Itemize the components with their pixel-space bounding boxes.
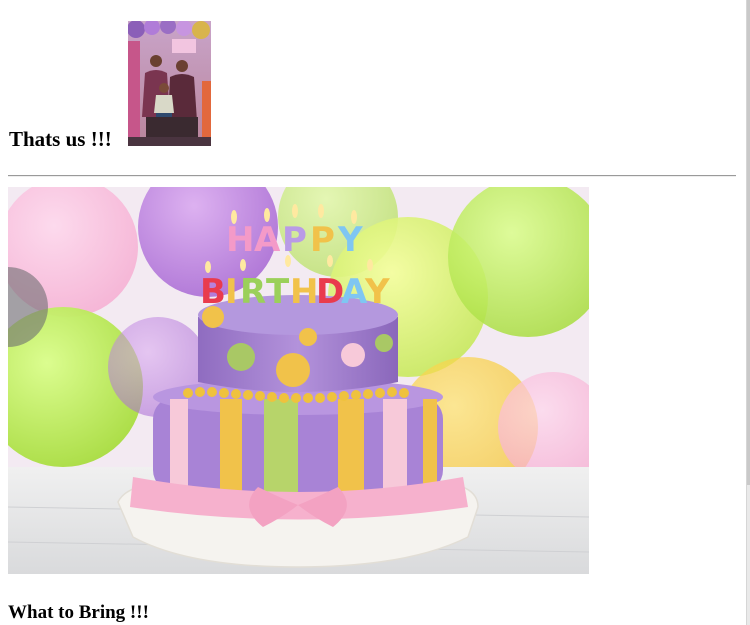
svg-text:B: B [200,272,226,312]
section-heading-what-to-bring: What to Bring !!! [8,602,149,623]
birthday-cake-image: H A P P Y B I R T H D A Y [8,187,589,574]
family-photo-image [128,21,211,146]
svg-text:H: H [290,272,318,312]
svg-text:Y: Y [364,272,390,312]
svg-text:A: A [254,220,281,260]
page: Thats us !!! H A P P Y B I R T H D A Y W… [0,0,750,625]
family-photo-icon [128,21,211,146]
svg-text:A: A [341,272,368,312]
svg-text:P: P [310,220,335,260]
svg-text:R: R [240,272,266,312]
svg-text:T: T [266,272,290,312]
svg-text:P: P [282,220,307,260]
svg-text:Y: Y [337,220,363,260]
svg-text:D: D [316,272,344,312]
svg-text:I: I [225,272,238,312]
page-scrollbar[interactable] [746,0,750,625]
section-heading-thats-us: Thats us !!! [9,127,112,151]
section-divider [8,175,736,177]
svg-text:H: H [226,220,254,260]
birthday-cake-icon: H A P P Y B I R T H D A Y [8,187,589,574]
